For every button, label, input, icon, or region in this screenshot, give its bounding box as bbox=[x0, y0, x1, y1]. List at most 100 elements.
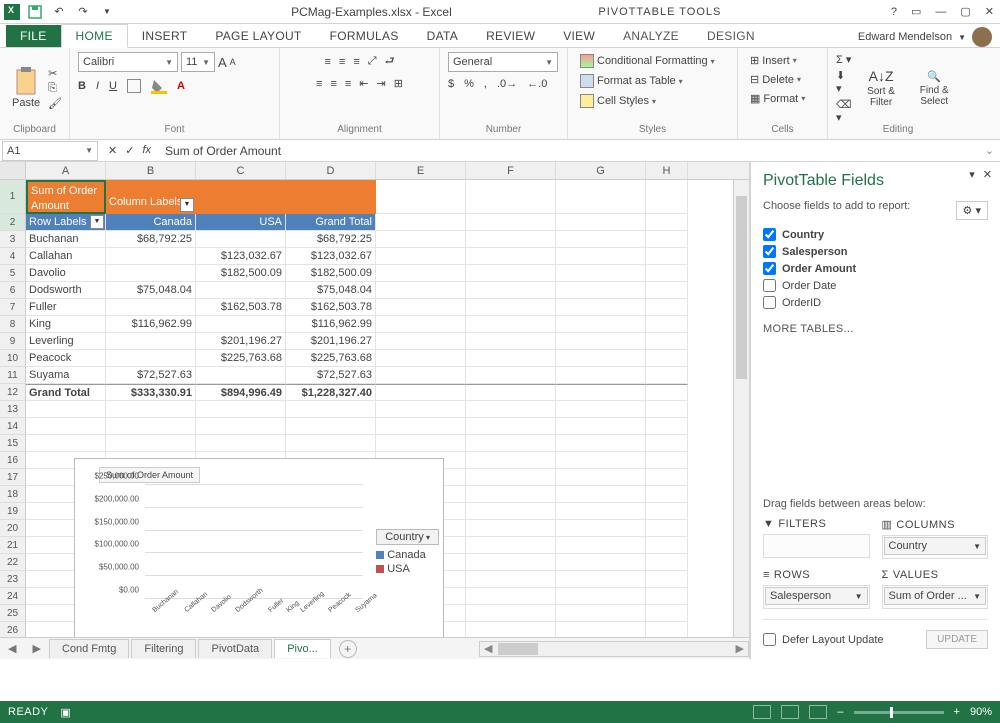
cell[interactable] bbox=[646, 503, 688, 520]
cell[interactable] bbox=[646, 452, 688, 469]
row-header[interactable]: 8 bbox=[0, 316, 26, 333]
format-painter-icon[interactable]: 🖌 bbox=[48, 97, 62, 110]
row-header[interactable]: 25 bbox=[0, 605, 26, 622]
sheet-tab[interactable]: Filtering bbox=[131, 639, 196, 658]
cell[interactable]: $123,032.67 bbox=[196, 248, 286, 265]
macro-record-icon[interactable]: ▣ bbox=[60, 706, 70, 719]
tab-view[interactable]: VIEW bbox=[549, 25, 609, 47]
cell[interactable] bbox=[556, 333, 646, 350]
cell[interactable] bbox=[26, 418, 106, 435]
cell[interactable] bbox=[556, 520, 646, 537]
grow-font-icon[interactable]: A bbox=[218, 55, 227, 70]
column-header[interactable]: H bbox=[646, 162, 688, 179]
cell[interactable]: Sum of Order Amount bbox=[26, 180, 106, 214]
field-item[interactable]: OrderID bbox=[763, 294, 988, 311]
ribbon-options-icon[interactable]: ▭ bbox=[911, 5, 921, 18]
decrease-decimal-icon[interactable]: ←.0 bbox=[527, 78, 547, 90]
chart-legend[interactable]: Country ▾ Canada USA bbox=[376, 529, 439, 577]
pane-gear-button[interactable]: ⚙ ▾ bbox=[956, 201, 988, 220]
cell[interactable]: Davolio bbox=[26, 265, 106, 282]
row-header[interactable]: 1 bbox=[0, 180, 26, 214]
cell[interactable] bbox=[376, 265, 466, 282]
cell[interactable] bbox=[26, 435, 106, 452]
cell[interactable] bbox=[556, 401, 646, 418]
cell[interactable] bbox=[376, 231, 466, 248]
row-header[interactable]: 21 bbox=[0, 537, 26, 554]
border-button[interactable] bbox=[127, 79, 141, 93]
column-header[interactable]: A bbox=[26, 162, 106, 179]
cell[interactable] bbox=[646, 282, 688, 299]
column-header[interactable]: E bbox=[376, 162, 466, 179]
cell[interactable]: $894,996.49 bbox=[196, 384, 286, 401]
cell[interactable] bbox=[376, 401, 466, 418]
cell[interactable] bbox=[556, 282, 646, 299]
area-columns[interactable]: ▥COLUMNS Country▼ bbox=[882, 518, 989, 559]
cell[interactable] bbox=[466, 401, 556, 418]
cell[interactable]: King bbox=[26, 316, 106, 333]
cell[interactable]: $162,503.78 bbox=[196, 299, 286, 316]
tab-analyze[interactable]: ANALYZE bbox=[609, 25, 693, 47]
number-format-combo[interactable]: General▼ bbox=[448, 52, 558, 72]
find-select-button[interactable]: 🔍 Find & Select bbox=[908, 68, 960, 109]
align-center-icon[interactable]: ≡ bbox=[330, 78, 336, 90]
cell[interactable] bbox=[26, 401, 106, 418]
cell[interactable] bbox=[556, 384, 646, 401]
cell[interactable] bbox=[646, 537, 688, 554]
tab-review[interactable]: REVIEW bbox=[472, 25, 549, 47]
cell[interactable]: Dodsworth bbox=[26, 282, 106, 299]
cell[interactable] bbox=[466, 248, 556, 265]
pane-close-icon[interactable]: ✕ bbox=[983, 168, 992, 181]
cell[interactable] bbox=[466, 333, 556, 350]
cell[interactable] bbox=[106, 265, 196, 282]
cell[interactable] bbox=[556, 486, 646, 503]
cell[interactable] bbox=[556, 367, 646, 384]
sort-filter-button[interactable]: A↓Z Sort & Filter bbox=[858, 66, 905, 110]
cell[interactable]: Grand Total bbox=[286, 214, 376, 231]
area-values[interactable]: ΣVALUES Sum of Order ...▼ bbox=[882, 569, 989, 609]
vertical-scrollbar[interactable] bbox=[733, 180, 749, 637]
cell[interactable] bbox=[556, 605, 646, 622]
cell[interactable]: $201,196.27 bbox=[286, 333, 376, 350]
column-header[interactable]: F bbox=[466, 162, 556, 179]
cell[interactable] bbox=[556, 571, 646, 588]
cell[interactable] bbox=[646, 299, 688, 316]
cell[interactable] bbox=[376, 384, 466, 401]
cell[interactable] bbox=[196, 367, 286, 384]
cell[interactable] bbox=[466, 605, 556, 622]
cell[interactable]: Leverling bbox=[26, 333, 106, 350]
align-left-icon[interactable]: ≡ bbox=[316, 78, 322, 90]
cell[interactable]: $225,763.68 bbox=[196, 350, 286, 367]
field-checkbox[interactable] bbox=[763, 279, 776, 292]
cell[interactable] bbox=[466, 418, 556, 435]
align-top-icon[interactable]: ≡ bbox=[325, 56, 331, 68]
cell[interactable] bbox=[466, 180, 556, 214]
cell[interactable] bbox=[646, 469, 688, 486]
cell[interactable] bbox=[376, 282, 466, 299]
row-header[interactable]: 19 bbox=[0, 503, 26, 520]
cancel-formula-icon[interactable]: ✕ bbox=[108, 144, 117, 157]
cell[interactable]: $116,962.99 bbox=[106, 316, 196, 333]
cell[interactable] bbox=[196, 282, 286, 299]
user-area[interactable]: Edward Mendelson▼ bbox=[858, 27, 992, 47]
cell[interactable] bbox=[196, 231, 286, 248]
cell[interactable]: $162,503.78 bbox=[286, 299, 376, 316]
cell[interactable] bbox=[646, 486, 688, 503]
cell[interactable] bbox=[646, 554, 688, 571]
cell[interactable] bbox=[556, 299, 646, 316]
cell[interactable] bbox=[286, 180, 376, 214]
cell[interactable] bbox=[466, 316, 556, 333]
cell-styles-button[interactable]: Cell Styles ▾ bbox=[576, 92, 660, 110]
cell[interactable] bbox=[556, 503, 646, 520]
cell[interactable] bbox=[556, 350, 646, 367]
pivot-chart[interactable]: Sum of Order Amount $0.00$50,000.00$100,… bbox=[74, 458, 444, 638]
cell[interactable] bbox=[196, 418, 286, 435]
cell[interactable] bbox=[376, 367, 466, 384]
row-labels-filter[interactable]: ▼ bbox=[90, 215, 104, 229]
tab-file[interactable]: FILE bbox=[6, 25, 61, 47]
cell[interactable]: $72,527.63 bbox=[106, 367, 196, 384]
row-header[interactable]: 9 bbox=[0, 333, 26, 350]
row-header[interactable]: 12 bbox=[0, 384, 26, 401]
cell[interactable] bbox=[106, 350, 196, 367]
comma-icon[interactable]: , bbox=[484, 78, 487, 90]
expand-formula-bar-icon[interactable]: ⌄ bbox=[979, 144, 1000, 157]
